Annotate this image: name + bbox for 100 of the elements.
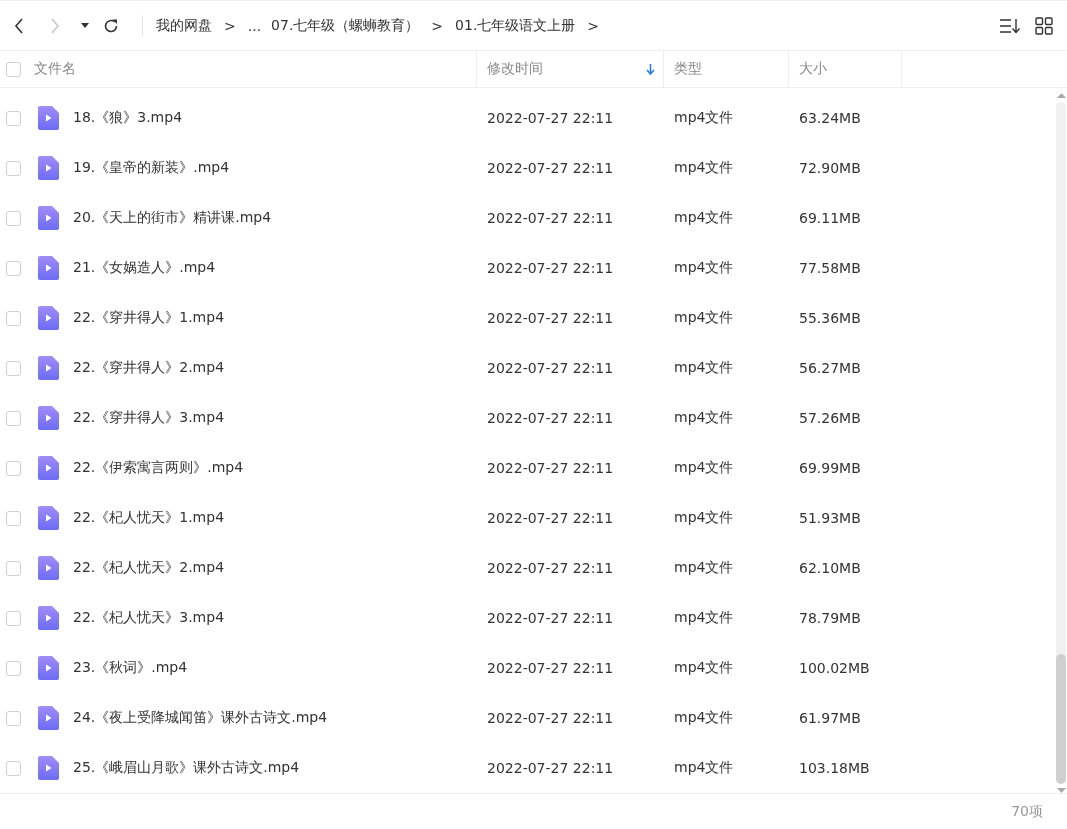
breadcrumb-separator: > (431, 17, 444, 34)
file-type: mp4文件 (673, 159, 735, 177)
checkbox[interactable] (6, 210, 21, 226)
video-file-icon (38, 406, 59, 430)
video-file-icon (38, 706, 59, 730)
checkbox[interactable] (6, 610, 21, 626)
file-size: 69.11MB (798, 210, 862, 226)
video-file-icon (38, 456, 59, 480)
breadcrumb-link[interactable]: 01.七年级语文上册 (455, 16, 576, 35)
video-file-icon (38, 156, 59, 180)
file-size: 69.99MB (798, 460, 862, 476)
grid-view-icon[interactable] (1035, 16, 1053, 35)
video-file-icon (38, 256, 59, 280)
file-size: 72.90MB (798, 160, 862, 176)
file-name[interactable]: 21.《女娲造人》.mp4 (73, 259, 216, 277)
modified-time: 2022-07-27 22:11 (486, 560, 615, 576)
file-type: mp4文件 (673, 459, 735, 477)
checkbox[interactable] (6, 460, 21, 476)
column-header[interactable]: 大小 (789, 51, 902, 87)
modified-time: 2022-07-27 22:11 (486, 160, 615, 176)
video-file-icon (38, 756, 59, 780)
file-type: mp4文件 (673, 759, 735, 777)
checkbox[interactable] (6, 260, 21, 276)
file-type: mp4文件 (673, 259, 735, 277)
checkbox[interactable] (6, 660, 21, 676)
file-name[interactable]: 22.《穿井得人》1.mp4 (73, 309, 225, 327)
video-file-icon (38, 106, 59, 130)
breadcrumb-link[interactable]: ... (247, 17, 262, 34)
file-size: 100.02MB (798, 660, 871, 676)
scrollbar-thumb[interactable] (1056, 654, 1066, 784)
file-name[interactable]: 22.《杞人忧天》3.mp4 (73, 609, 225, 627)
file-size: 55.36MB (798, 310, 862, 326)
modified-time: 2022-07-27 22:11 (486, 360, 615, 376)
file-type: mp4文件 (673, 359, 735, 377)
file-type: mp4文件 (673, 409, 735, 427)
modified-time: 2022-07-27 22:11 (486, 410, 615, 426)
checkbox[interactable] (6, 160, 21, 176)
checkbox[interactable] (6, 360, 21, 376)
modified-time: 2022-07-27 22:11 (486, 610, 615, 626)
checkbox[interactable] (6, 560, 21, 576)
file-name[interactable]: 22.《穿井得人》2.mp4 (73, 359, 225, 377)
file-type: mp4文件 (673, 559, 735, 577)
video-file-icon (38, 506, 59, 530)
modified-time: 2022-07-27 22:11 (486, 760, 615, 776)
checkbox[interactable] (6, 61, 21, 77)
breadcrumb-separator: > (224, 17, 236, 34)
file-size: 56.27MB (798, 360, 862, 376)
item-count: 70项 (1011, 802, 1043, 821)
file-name[interactable]: 25.《峨眉山月歌》课外古诗文.mp4 (73, 759, 300, 777)
file-size: 103.18MB (798, 760, 871, 776)
file-name[interactable]: 23.《秋词》.mp4 (73, 659, 188, 677)
checkbox[interactable] (6, 510, 21, 526)
file-type: mp4文件 (673, 609, 735, 627)
file-name[interactable]: 20.《天上的街市》精讲课.mp4 (73, 209, 272, 227)
file-size: 62.10MB (798, 560, 862, 576)
modified-time: 2022-07-27 22:11 (486, 210, 615, 226)
scroll-up-icon[interactable] (1056, 93, 1066, 98)
breadcrumb-link[interactable]: 我的网盘 (156, 16, 212, 35)
file-type: mp4文件 (673, 509, 735, 527)
file-size: 61.97MB (798, 710, 862, 726)
file-name[interactable]: 24.《夜上受降城闻笛》课外古诗文.mp4 (73, 709, 328, 727)
video-file-icon (38, 306, 59, 330)
file-type: mp4文件 (673, 309, 735, 327)
checkbox[interactable] (6, 760, 21, 776)
modified-time: 2022-07-27 22:11 (486, 460, 615, 476)
sort-icon[interactable] (999, 16, 1021, 35)
checkbox[interactable] (6, 110, 21, 126)
checkbox[interactable] (6, 710, 21, 726)
file-name[interactable]: 19.《皇帝的新装》.mp4 (73, 159, 230, 177)
breadcrumb-link[interactable]: 07.七年级（螺蛳教育） (271, 16, 420, 35)
file-size: 77.58MB (798, 260, 862, 276)
column-header[interactable]: 修改时间 (477, 51, 664, 87)
video-file-icon (38, 556, 59, 580)
modified-time: 2022-07-27 22:11 (486, 110, 615, 126)
file-size: 51.93MB (798, 510, 862, 526)
file-type: mp4文件 (673, 659, 735, 677)
modified-time: 2022-07-27 22:11 (486, 310, 615, 326)
modified-time: 2022-07-27 22:11 (486, 510, 615, 526)
video-file-icon (38, 656, 59, 680)
file-name[interactable]: 22.《伊索寓言两则》.mp4 (73, 459, 244, 477)
file-name[interactable]: 22.《杞人忧天》1.mp4 (73, 509, 225, 527)
checkbox[interactable] (6, 410, 21, 426)
video-file-icon (38, 206, 59, 230)
column-header[interactable]: 类型 (664, 51, 789, 87)
file-name[interactable]: 18.《狼》3.mp4 (73, 109, 183, 127)
scrollbar-track[interactable] (1056, 102, 1066, 784)
file-type: mp4文件 (673, 709, 735, 727)
file-type: mp4文件 (673, 109, 735, 127)
modified-time: 2022-07-27 22:11 (486, 260, 615, 276)
video-file-icon (38, 606, 59, 630)
modified-time: 2022-07-27 22:11 (486, 660, 615, 676)
file-type: mp4文件 (673, 209, 735, 227)
modified-time: 2022-07-27 22:11 (486, 710, 615, 726)
scroll-down-icon[interactable] (1056, 788, 1066, 793)
file-name[interactable]: 22.《穿井得人》3.mp4 (73, 409, 225, 427)
file-size: 63.24MB (798, 110, 862, 126)
column-header[interactable]: 文件名 (28, 51, 477, 87)
file-name[interactable]: 22.《杞人忧天》2.mp4 (73, 559, 225, 577)
video-file-icon (38, 356, 59, 380)
checkbox[interactable] (6, 310, 21, 326)
